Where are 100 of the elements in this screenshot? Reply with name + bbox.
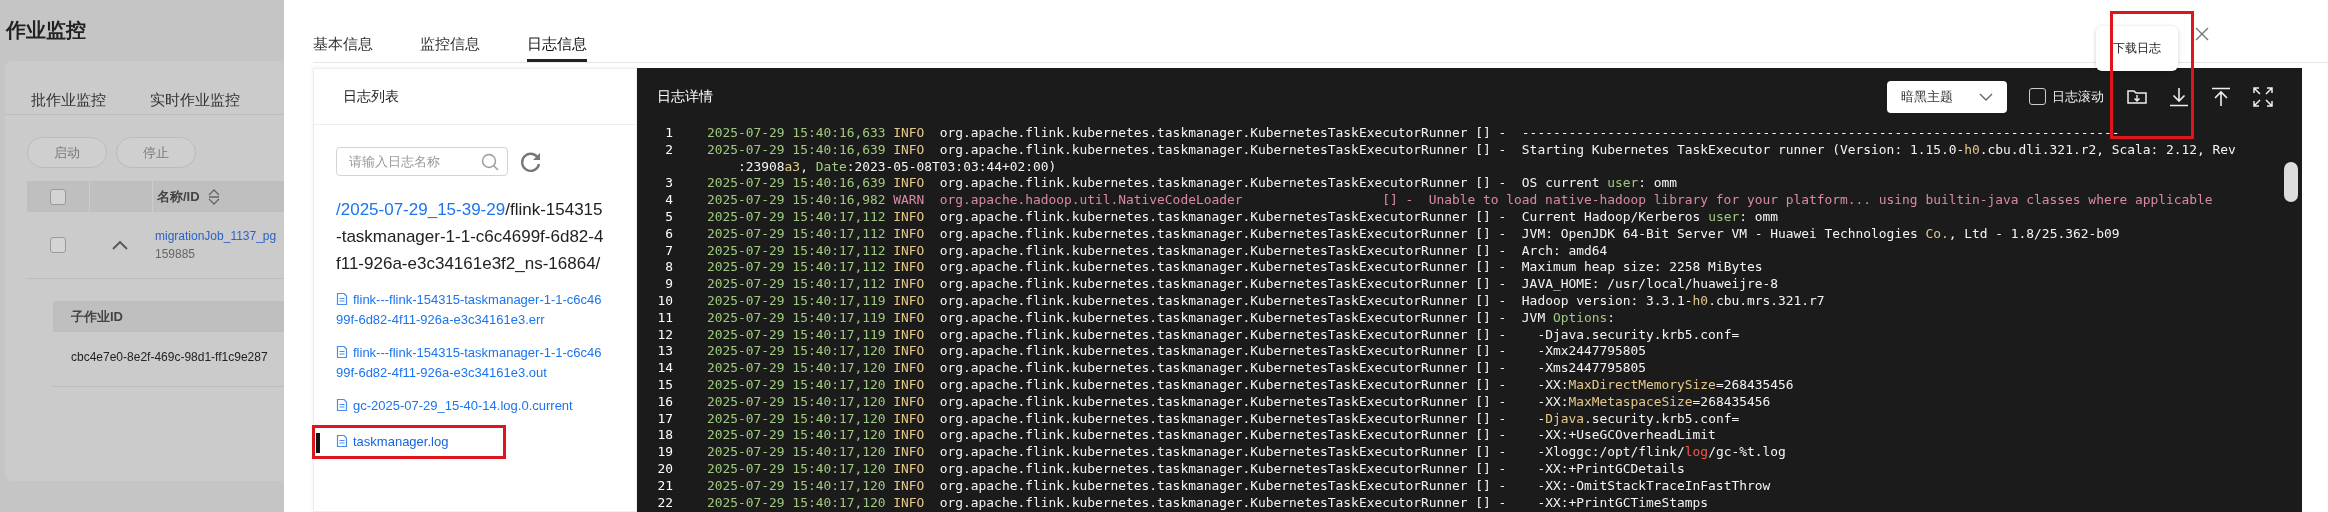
- job-id: 159885: [155, 247, 197, 261]
- log-separator: [] -: [1475, 125, 1507, 142]
- line-number: 21: [656, 477, 673, 495]
- log-logger: org.apache.flink.kubernetes.taskmanager.KubernetesTaskExecutorRunner: [939, 276, 1468, 293]
- line-number: 19: [656, 444, 673, 461]
- line-number: 3: [664, 175, 673, 193]
- log-level: INFO: [893, 141, 926, 159]
- line-number: 9: [664, 276, 673, 293]
- line-number: 13: [656, 343, 673, 361]
- log-level: INFO: [893, 242, 926, 260]
- log-level: INFO: [893, 460, 926, 478]
- log-message: -----------------------------------------------------------------------------: [1521, 125, 2120, 142]
- log-logger: org.apache.flink.kubernetes.taskmanager.KubernetesTaskExecutorRunner: [939, 427, 1468, 445]
- log-message: JAVA_HOME: /usr/local/huaweijre-8: [1521, 276, 1778, 293]
- log-timestamp: 2025-07-29 15:40:17,120: [707, 343, 886, 361]
- log-separator: [] -: [1475, 444, 1507, 461]
- log-separator: [] -: [1475, 225, 1507, 243]
- log-logger: org.apache.flink.kubernetes.taskmanager.KubernetesTaskExecutorRunner: [939, 444, 1468, 461]
- log-timestamp: 2025-07-29 15:40:17,112: [707, 225, 886, 243]
- log-level: INFO: [893, 427, 926, 445]
- log-logger: org.apache.flink.kubernetes.taskmanager.KubernetesTaskExecutorRunner: [939, 376, 1468, 394]
- path-link[interactable]: /2025-07-29_15-39-29: [336, 200, 506, 219]
- log-separator: [] -: [1475, 209, 1507, 226]
- log-level: INFO: [893, 376, 926, 394]
- log-message: JVM: OpenJDK 64-Bit Server VM - Huawei Technologies Co., Ltd - 1.8/25.362-b09: [1521, 225, 2120, 243]
- log-separator: [] -: [1475, 494, 1507, 512]
- log-logger: org.apache.flink.kubernetes.taskmanager.KubernetesTaskExecutorRunner: [939, 242, 1468, 260]
- log-logger: org.apache.flink.kubernetes.taskmanager.KubernetesTaskExecutorRunner: [939, 477, 1468, 495]
- log-message: OS current user: omm: [1521, 175, 1678, 193]
- log-separator: [] -: [1475, 360, 1507, 377]
- log-logger: org.apache.flink.kubernetes.taskmanager.KubernetesTaskExecutorRunner: [939, 360, 1468, 377]
- log-timestamp: 2025-07-29 15:40:17,120: [707, 410, 886, 428]
- log-logger: org.apache.flink.kubernetes.taskmanager.KubernetesTaskExecutorRunner: [939, 175, 1468, 193]
- log-path: /2025-07-29_15-39-29/flink-154315-taskmanager-1-1-c6c4699f-6d82-4f11-926a-e3c34161e3f2_ns-16864/: [336, 199, 605, 275]
- line-number: 17: [656, 410, 673, 428]
- log-logger: org.apache.flink.kubernetes.taskmanager.KubernetesTaskExecutorRunner: [939, 292, 1468, 310]
- log-message: :23908a3, Date:2023-05-08T03:03:44+02:00): [737, 158, 1057, 176]
- tab[interactable]: 批作业监控: [31, 91, 106, 114]
- log-level: INFO: [893, 477, 926, 495]
- log-logger: org.apache.hadoop.util.NativeCodeLoader: [939, 192, 1244, 209]
- search-field[interactable]: 请输入日志名称: [336, 147, 508, 176]
- log-timestamp: 2025-07-29 15:40:17,112: [707, 259, 886, 277]
- theme-select[interactable]: 暗黑主题: [1887, 80, 2007, 113]
- log-message: JVM Options:: [1521, 309, 1615, 327]
- log-level: INFO: [893, 393, 926, 411]
- log-separator: [] -: [1475, 292, 1507, 310]
- line-number: 20: [656, 460, 673, 478]
- line-number: 12: [656, 326, 673, 344]
- log-timestamp: 2025-07-29 15:40:17,120: [707, 444, 886, 461]
- tab[interactable]: 日志信息: [527, 0, 587, 62]
- log-timestamp: 2025-07-29 15:40:17,120: [707, 460, 886, 478]
- log-message: Arch: amd64: [1521, 242, 1608, 260]
- log-logger: org.apache.flink.kubernetes.taskmanager.KubernetesTaskExecutorRunner: [939, 494, 1468, 512]
- log-message: -Djava.security.krb5.conf=: [1536, 410, 1740, 428]
- log-level: INFO: [893, 494, 926, 512]
- log-message: -XX:+PrintGCTimeStamps: [1536, 494, 1709, 512]
- tab[interactable]: 监控信息: [420, 0, 480, 62]
- log-message: Hadoop version: 3.3.1-h0.cbu.mrs.321.r7: [1521, 292, 1825, 310]
- log-separator: [] -: [1475, 393, 1507, 411]
- log-message: -XX:MaxMetaspaceSize=268435456: [1536, 393, 1771, 411]
- log-file-item[interactable]: flink---flink-154315-taskmanager-1-1-c6c4699f-6d82-4f11-926a-e3c34161e3.out: [336, 343, 606, 383]
- log-separator: [] -: [1475, 242, 1507, 260]
- log-timestamp: 2025-07-29 15:40:17,120: [707, 360, 886, 377]
- log-timestamp: 2025-07-29 15:40:17,120: [707, 427, 886, 445]
- log-timestamp: 2025-07-29 15:40:16,633: [707, 125, 886, 142]
- log-separator: [] -: [1475, 427, 1507, 445]
- log-level: INFO: [893, 276, 926, 293]
- log-level: INFO: [893, 225, 926, 243]
- line-number: 8: [664, 259, 673, 277]
- tab[interactable]: 实时作业监控: [150, 91, 240, 114]
- panel-title: 日志列表: [314, 69, 636, 125]
- log-message: -Djava.security.krb5.conf=: [1536, 326, 1740, 344]
- log-separator: [] -: [1382, 192, 1414, 209]
- log-timestamp: 2025-07-29 15:40:17,119: [707, 292, 886, 310]
- log-file-item[interactable]: flink---flink-154315-taskmanager-1-1-c6c4699f-6d82-4f11-926a-e3c34161e3.err: [336, 290, 606, 330]
- log-logger: org.apache.flink.kubernetes.taskmanager.KubernetesTaskExecutorRunner: [939, 309, 1468, 327]
- log-timestamp: 2025-07-29 15:40:17,112: [707, 209, 886, 226]
- log-separator: [] -: [1475, 460, 1507, 478]
- log-logger: org.apache.flink.kubernetes.taskmanager.KubernetesTaskExecutorRunner: [939, 225, 1468, 243]
- line-number: 22: [656, 494, 673, 512]
- log-timestamp: 2025-07-29 15:40:17,120: [707, 376, 886, 394]
- line-number: 6: [664, 225, 673, 243]
- panel-title: 日志详情: [657, 87, 713, 106]
- log-separator: [] -: [1475, 141, 1507, 159]
- log-timestamp: 2025-07-29 15:40:17,112: [707, 242, 886, 260]
- log-separator: [] -: [1475, 376, 1507, 394]
- log-message: -XX:MaxDirectMemorySize=268435456: [1536, 376, 1794, 394]
- log-file-item[interactable]: taskmanager.log: [316, 432, 606, 452]
- log-file-item[interactable]: gc-2025-07-29_15-40-14.log.0.current: [336, 396, 606, 416]
- column-header: 子作业ID: [71, 307, 123, 326]
- tab[interactable]: 基本信息: [313, 0, 373, 62]
- job-link[interactable]: migrationJob_1137_pg: [155, 229, 284, 243]
- log-timestamp: 2025-07-29 15:40:17,120: [707, 477, 886, 495]
- log-timestamp: 2025-07-29 15:40:17,119: [707, 309, 886, 327]
- log-logger: org.apache.flink.kubernetes.taskmanager.KubernetesTaskExecutorRunner: [939, 343, 1468, 361]
- log-level: INFO: [893, 209, 926, 226]
- log-level: INFO: [893, 360, 926, 377]
- log-timestamp: 2025-07-29 15:40:17,120: [707, 494, 886, 512]
- tooltip: 下载日志: [2096, 25, 2178, 71]
- log-logger: org.apache.flink.kubernetes.taskmanager.KubernetesTaskExecutorRunner: [939, 410, 1468, 428]
